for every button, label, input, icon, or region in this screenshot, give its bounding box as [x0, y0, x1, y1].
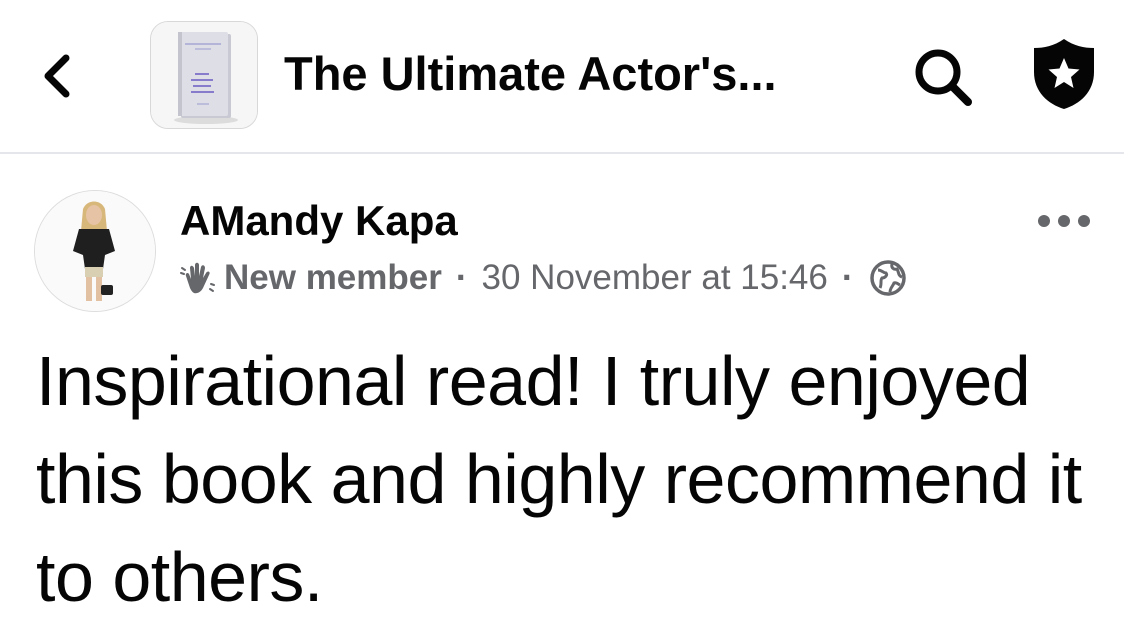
separator-dot: · [455, 258, 468, 297]
admin-tools-button[interactable] [1030, 36, 1098, 112]
profile-photo [35, 191, 155, 311]
top-navigation-bar: The Ultimate Actor's... [0, 0, 1124, 154]
group-title[interactable]: The Ultimate Actor's... [284, 46, 777, 101]
post-timestamp[interactable]: 30 November at 15:46 [482, 258, 828, 298]
globe-icon [869, 260, 906, 296]
more-options-button[interactable] [1036, 205, 1092, 237]
wave-hand-icon [180, 262, 215, 294]
author-name[interactable]: AMandy Kapa [180, 197, 458, 245]
group-thumbnail[interactable] [150, 21, 258, 129]
post-meta: New member · 30 November at 15:46 · [178, 254, 908, 302]
member-badge[interactable]: New member [224, 258, 442, 298]
post-body: Inspirational read! I truly enjoyed this… [36, 342, 1082, 616]
shield-star-icon [1034, 39, 1094, 109]
back-button[interactable] [36, 50, 80, 102]
more-options-icon [1038, 215, 1090, 227]
author-avatar[interactable] [34, 190, 156, 312]
search-button[interactable] [910, 44, 976, 110]
chevron-left-icon [44, 54, 70, 98]
search-icon [915, 49, 972, 106]
book-cover-thumbnail [151, 22, 257, 128]
separator-dot: · [841, 258, 854, 297]
